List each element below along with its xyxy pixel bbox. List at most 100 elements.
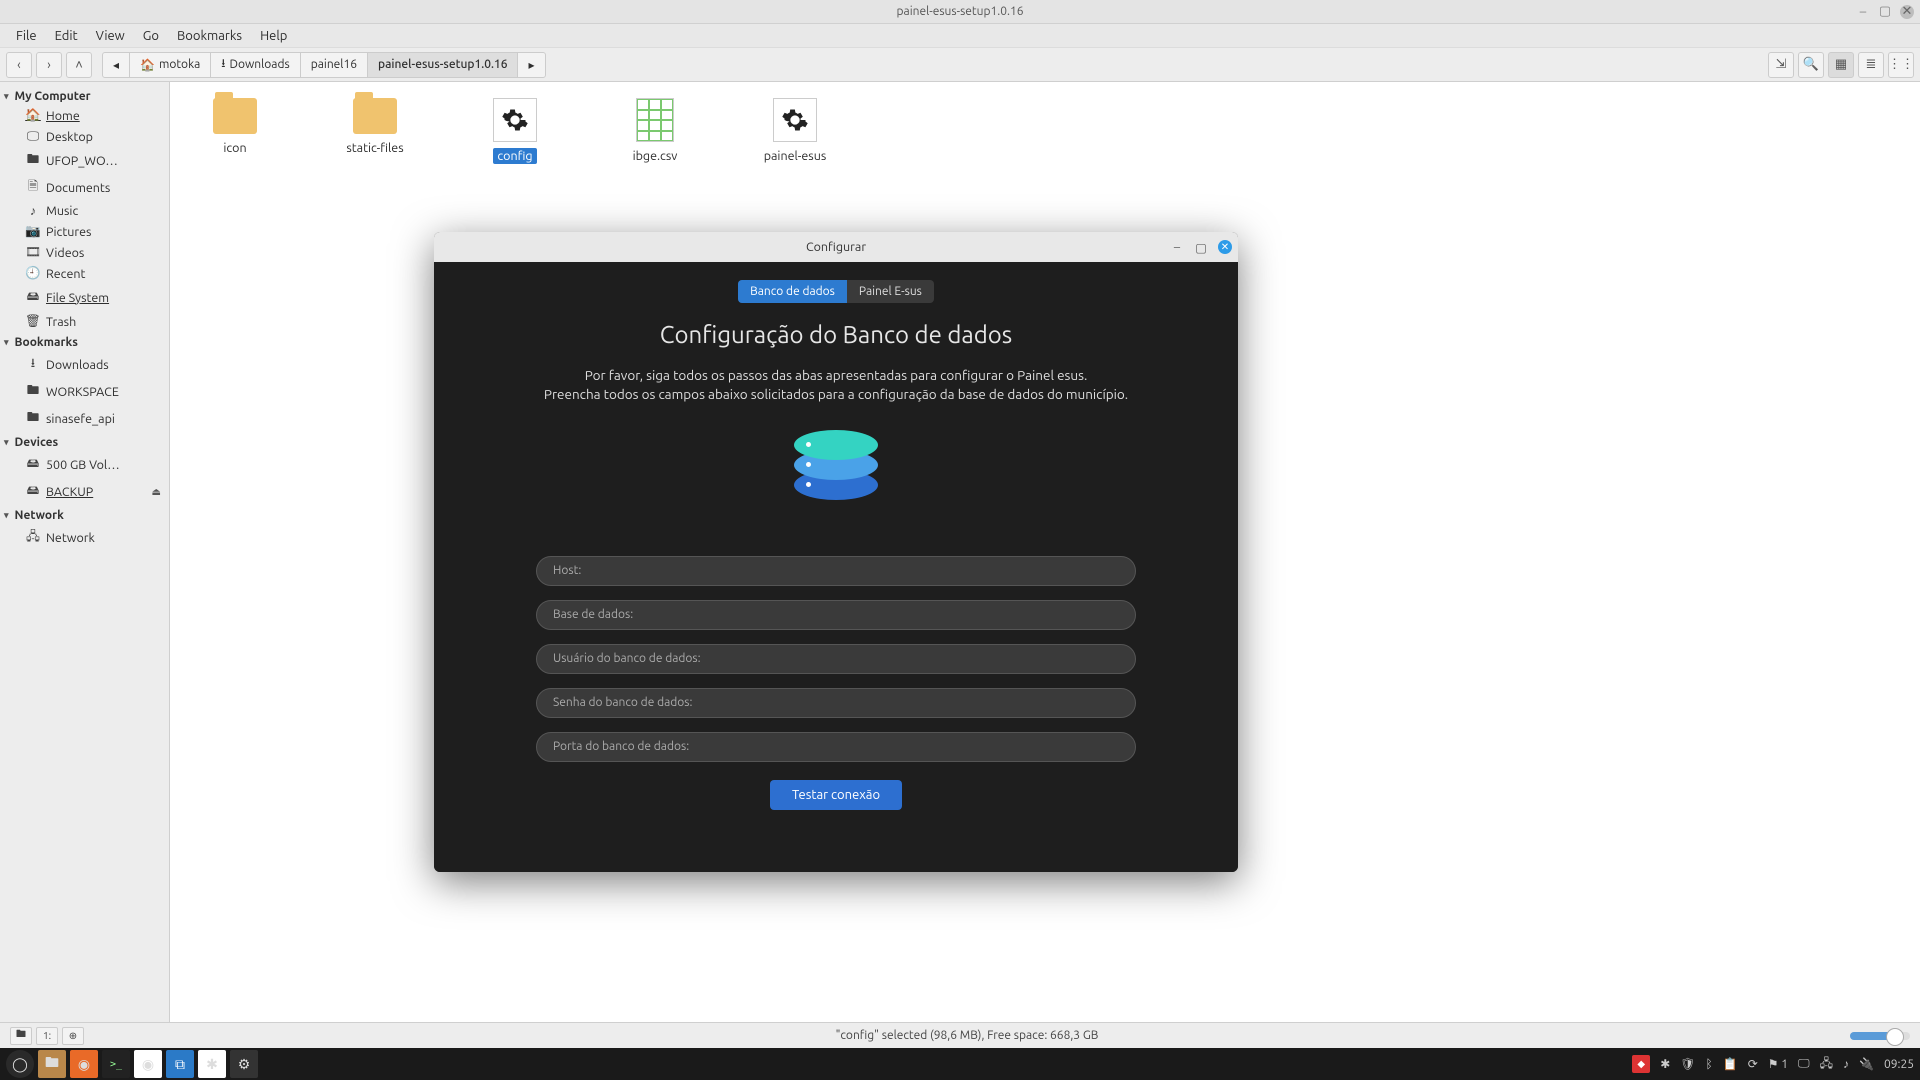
sidebar-section-devices[interactable]: Devices [0, 432, 169, 451]
minimize-icon[interactable]: – [1856, 5, 1870, 19]
tray-display-icon[interactable]: 🖵 [1798, 1057, 1810, 1071]
taskbar-firefox[interactable]: ◉ [70, 1050, 98, 1078]
menu-bookmarks[interactable]: Bookmarks [169, 26, 250, 46]
crumb-downloads[interactable]: ⭳ Downloads [211, 53, 300, 77]
taskbar-vscode[interactable]: ⧉ [166, 1050, 194, 1078]
dialog-maximize-icon[interactable]: ▢ [1194, 240, 1208, 254]
folder-icon: 🖿 [26, 381, 40, 402]
view-list-button[interactable]: ≣ [1858, 52, 1884, 78]
tray-clock[interactable]: 09:25 [1884, 1058, 1914, 1071]
tray-anydesk-icon[interactable]: ◆ [1632, 1055, 1650, 1073]
sidebar-section-bookmarks[interactable]: Bookmarks [0, 332, 169, 351]
nav-up-button[interactable]: ˄ [66, 52, 92, 78]
zoom-slider[interactable] [1850, 1032, 1910, 1040]
user-field[interactable] [536, 644, 1136, 674]
file-static-files[interactable]: static-files [330, 98, 420, 156]
password-field[interactable] [536, 688, 1136, 718]
crumb-prev[interactable]: ◂ [103, 53, 130, 77]
sidebar-item-desktop[interactable]: 🖵Desktop [0, 126, 169, 147]
sidebar-item-recent[interactable]: 🕘Recent [0, 263, 169, 284]
sidebar-item-pictures[interactable]: 📷Pictures [0, 221, 169, 242]
tray-shield-icon[interactable]: 🛡 [1680, 1057, 1695, 1071]
sidebar-item-downloads[interactable]: ⭳Downloads [0, 351, 169, 378]
menu-edit[interactable]: Edit [47, 26, 86, 46]
video-icon: 🎞 [26, 245, 40, 260]
sidebar-item-backup[interactable]: 🖴BACKUP⏏ [0, 478, 169, 505]
sidebar-item-workspace[interactable]: 🖿WORKSPACE [0, 378, 169, 405]
download-icon: ⭳ [26, 354, 40, 375]
taskbar-chrome[interactable]: ◉ [134, 1050, 162, 1078]
tray-clipboard-icon[interactable]: 📋 [1723, 1057, 1738, 1071]
view-icons-button[interactable]: ▦ [1828, 52, 1854, 78]
file-icon-folder[interactable]: icon [190, 98, 280, 156]
crumb-current[interactable]: painel-esus-setup1.0.16 [368, 53, 519, 77]
statusbar-text: "config" selected (98,6 MB), Free space:… [836, 1029, 1099, 1042]
crumb-painel16[interactable]: painel16 [301, 53, 368, 77]
tray-notification-icon[interactable]: ⚑ 1 [1768, 1057, 1788, 1071]
file-config[interactable]: config [470, 98, 560, 164]
crumb-home[interactable]: 🏠 motoka [130, 53, 211, 77]
taskbar-terminal[interactable]: >_ [102, 1050, 130, 1078]
statusbar-button-1[interactable]: 🖿 [10, 1027, 32, 1045]
folder-icon: 🖿 [26, 150, 40, 171]
file-ibge-csv[interactable]: ibge.csv [610, 98, 700, 164]
tray-power-icon[interactable]: 🔌 [1859, 1057, 1874, 1071]
sidebar-item-home[interactable]: 🏠Home [0, 105, 169, 126]
nav-back-button[interactable]: ‹ [6, 52, 32, 78]
tray-slack-icon[interactable]: ✱ [1660, 1057, 1670, 1071]
database-icon [794, 430, 878, 530]
port-field[interactable] [536, 732, 1136, 762]
eject-icon[interactable]: ⏏ [152, 486, 161, 498]
tray-sound-icon[interactable]: ♪ [1843, 1057, 1849, 1071]
sidebar-item-500gb[interactable]: 🖴500 GB Vol… [0, 451, 169, 478]
file-painel-esus[interactable]: painel-esus [750, 98, 840, 164]
statusbar: 🖿 1: ⊕ "config" selected (98,6 MB), Free… [0, 1022, 1920, 1048]
sidebar-item-filesystem[interactable]: 🖴File System [0, 284, 169, 311]
menu-help[interactable]: Help [252, 26, 295, 46]
config-dialog: Configurar – ▢ ✕ Banco de dados Painel E… [434, 232, 1238, 872]
maximize-icon[interactable]: ▢ [1878, 5, 1892, 19]
breadcrumb: ◂ 🏠 motoka ⭳ Downloads painel16 painel-e… [102, 52, 546, 78]
menu-file[interactable]: File [8, 26, 45, 46]
tab-banco-de-dados[interactable]: Banco de dados [738, 280, 847, 303]
tray-updates-icon[interactable]: ⟳ [1748, 1057, 1758, 1071]
picture-icon: 📷 [26, 224, 40, 239]
dialog-titlebar[interactable]: Configurar – ▢ ✕ [434, 232, 1238, 262]
sidebar-item-videos[interactable]: 🎞Videos [0, 242, 169, 263]
sidebar-item-ufop[interactable]: 🖿UFOP_WO… [0, 147, 169, 174]
taskbar-files[interactable]: 🖿 [38, 1050, 66, 1078]
dialog-minimize-icon[interactable]: – [1170, 240, 1184, 254]
statusbar-button-2[interactable]: 1: [36, 1027, 58, 1045]
test-connection-button[interactable]: Testar conexão [770, 780, 902, 810]
toggle-path-button[interactable]: ⇲ [1768, 52, 1794, 78]
tab-painel-esus[interactable]: Painel E-sus [847, 280, 934, 303]
music-icon: ♪ [26, 204, 40, 218]
nav-forward-button[interactable]: › [36, 52, 62, 78]
taskbar-slack[interactable]: ✱ [198, 1050, 226, 1078]
sidebar-section-network[interactable]: Network [0, 505, 169, 524]
search-button[interactable]: 🔍 [1798, 52, 1824, 78]
sidebar-item-network[interactable]: 🖧Network [0, 524, 169, 551]
host-field[interactable] [536, 556, 1136, 586]
dialog-close-icon[interactable]: ✕ [1218, 240, 1232, 254]
database-field[interactable] [536, 600, 1136, 630]
sidebar-item-music[interactable]: ♪Music [0, 201, 169, 221]
sidebar-section-mycomputer[interactable]: My Computer [0, 86, 169, 105]
tray-network-icon[interactable]: 🖧 [1820, 1054, 1833, 1075]
folder-icon: 🖿 [26, 408, 40, 429]
network-icon: 🖧 [26, 527, 40, 548]
trash-icon: 🗑 [26, 314, 40, 329]
sidebar-item-trash[interactable]: 🗑Trash [0, 311, 169, 332]
crumb-next[interactable]: ▸ [518, 53, 544, 77]
close-icon[interactable]: ✕ [1900, 5, 1914, 19]
statusbar-button-3[interactable]: ⊕ [62, 1027, 84, 1045]
menu-go[interactable]: Go [135, 26, 167, 46]
view-compact-button[interactable]: ⋮⋮ [1888, 52, 1914, 78]
menu-view[interactable]: View [88, 26, 133, 46]
taskbar-settings[interactable]: ⚙ [230, 1050, 258, 1078]
tray-bluetooth-icon[interactable]: ᛒ [1706, 1058, 1713, 1071]
dialog-heading: Configuração do Banco de dados [660, 321, 1012, 348]
sidebar-item-sinasefe[interactable]: 🖿sinasefe_api [0, 405, 169, 432]
sidebar-item-documents[interactable]: 🗎Documents [0, 174, 169, 201]
start-menu-button[interactable]: ◯ [6, 1050, 34, 1078]
